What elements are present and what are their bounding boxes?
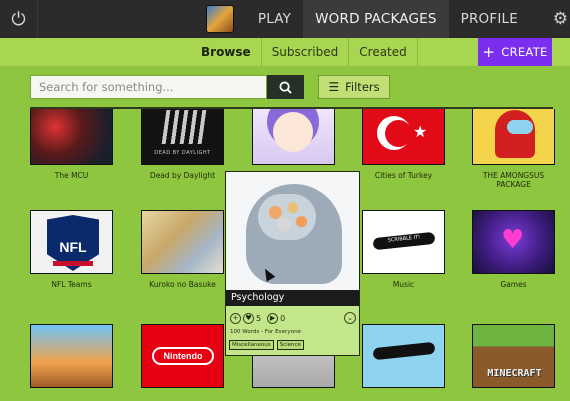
create-label: CREATE	[501, 45, 548, 59]
add-icon[interactable]: +	[230, 312, 241, 324]
package-tile[interactable]: MINECRAFT	[472, 324, 555, 394]
package-tile[interactable]	[362, 324, 445, 394]
package-tile[interactable]: ★ Cities of Turkey	[362, 109, 445, 180]
package-tile[interactable]: Kuroko no Basuke	[141, 210, 224, 289]
package-tile[interactable]: ♥ Games	[472, 210, 555, 289]
package-name: Dead by Daylight	[149, 171, 216, 180]
chevron-down-icon[interactable]: ⌄	[344, 312, 356, 324]
tab-divider	[416, 38, 418, 66]
package-thumbnail	[362, 324, 445, 388]
search-button[interactable]	[267, 75, 304, 99]
package-name: NFL Teams	[51, 280, 92, 289]
package-preview-tags: Miscellaneous Science	[229, 340, 304, 350]
thumb-text: Nintendo	[152, 347, 214, 365]
package-thumbnail	[30, 324, 113, 388]
package-tile[interactable]: The MCU	[30, 109, 113, 180]
likes-count: 5	[256, 313, 262, 323]
package-tile[interactable]: SCRIBBLE IT! Music	[362, 210, 445, 289]
avatar[interactable]	[205, 5, 234, 33]
package-tile[interactable]: DEAD BY DAYLIGHT Dead by Daylight	[141, 109, 224, 180]
package-thumbnail	[30, 109, 113, 165]
package-preview-stats: + ♥ 5 ▶ 0 ⌄	[230, 311, 356, 325]
filters-label: Filters	[345, 80, 380, 94]
top-nav: ⏻ PLAY WORD PACKAGES PROFILE ⚙	[0, 0, 570, 38]
sliders-icon: ☰	[328, 80, 340, 94]
tab-subscribed[interactable]: Subscribed	[262, 38, 349, 66]
package-tile[interactable]: Nintendo	[141, 324, 224, 394]
nav-word-packages[interactable]: WORD PACKAGES	[303, 0, 449, 38]
package-thumbnail: NFL	[30, 210, 113, 274]
package-name: The MCU	[54, 171, 89, 180]
package-thumbnail: SCRIBBLE IT!	[362, 210, 445, 274]
package-preview-meta: 100 Words - For Everyone	[230, 329, 301, 335]
package-tile[interactable]: NFL NFL Teams	[30, 210, 113, 289]
package-thumbnail	[472, 109, 555, 165]
nav-play[interactable]: PLAY	[246, 0, 303, 38]
thumb-text: NFL	[59, 239, 87, 255]
search-input[interactable]	[30, 75, 267, 99]
thumb-text: DEAD BY DAYLIGHT	[154, 150, 211, 156]
tab-created[interactable]: Created	[349, 38, 417, 66]
package-name: THE AMONGSUS PACKAGE	[482, 171, 545, 189]
package-preview-image	[226, 172, 359, 290]
search-bar	[30, 75, 304, 99]
filters-button[interactable]: ☰ Filters	[318, 75, 390, 99]
play-icon: ▶	[267, 312, 279, 324]
nav-profile[interactable]: PROFILE	[449, 0, 530, 38]
package-thumbnail: ♥	[472, 210, 555, 274]
package-thumbnail: MINECRAFT	[472, 324, 555, 388]
package-tile[interactable]: THE AMONGSUS PACKAGE	[472, 109, 555, 189]
package-name: Kuroko no Basuke	[149, 280, 216, 289]
thumb-text: MINECRAFT	[487, 368, 542, 379]
package-thumbnail: Nintendo	[141, 324, 224, 388]
package-thumbnail	[141, 210, 224, 274]
package-name: Music	[392, 280, 415, 289]
tag[interactable]: Science	[276, 340, 304, 350]
package-thumbnail	[252, 109, 335, 165]
package-name: Cities of Turkey	[374, 171, 433, 180]
package-thumbnail: DEAD BY DAYLIGHT	[141, 109, 224, 165]
plays-count: 0	[280, 313, 286, 323]
tag[interactable]: Miscellaneous	[229, 340, 274, 350]
gear-icon[interactable]: ⚙	[540, 0, 570, 38]
sub-nav: Browse Subscribed Created + CREATE	[0, 38, 570, 66]
package-tile[interactable]	[30, 324, 113, 394]
package-thumbnail: ★	[362, 109, 445, 165]
package-preview-card[interactable]: Psychology + ♥ 5 ▶ 0 ⌄ 100 Words - For E…	[225, 171, 360, 356]
package-name: Games	[500, 280, 527, 289]
search-icon	[279, 80, 292, 94]
create-button[interactable]: + CREATE	[478, 38, 552, 66]
package-preview-title: Psychology	[226, 290, 359, 306]
plus-icon: +	[482, 43, 496, 61]
like-icon[interactable]: ♥	[243, 312, 254, 324]
package-tile[interactable]	[252, 109, 335, 171]
power-icon[interactable]: ⏻	[0, 0, 38, 38]
tab-browse[interactable]: Browse	[191, 38, 261, 66]
